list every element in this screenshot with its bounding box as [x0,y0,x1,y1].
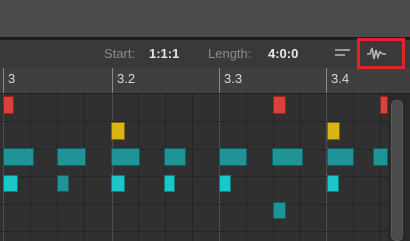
top-panel [0,0,410,37]
note-event[interactable] [272,148,303,166]
grid-line [165,94,166,241]
lines-icon[interactable] [332,45,354,63]
note-event[interactable] [327,175,339,192]
note-event[interactable] [57,175,69,192]
ruler-label: 3.2 [117,71,136,86]
ruler-marker [112,68,113,93]
note-event[interactable] [111,148,140,166]
grid-line [84,94,85,241]
grid-line [138,94,139,241]
grid-line [112,94,113,241]
length-label: Length: [208,46,252,61]
grid-line [3,94,4,241]
note-event[interactable] [373,148,388,166]
grid-line [192,94,193,241]
ruler-marker [219,68,220,93]
length-value[interactable]: 4:0:0 [268,47,298,61]
note-event[interactable] [111,122,125,140]
start-label: Start: [104,46,136,61]
grid-line [380,94,381,241]
ruler-label: 3 [8,71,16,86]
ruler-marker [326,68,327,93]
note-event[interactable] [219,148,247,166]
grid-line [246,94,247,241]
row-divider [0,231,388,232]
note-event[interactable] [327,122,340,140]
ruler-label: 3.4 [331,71,350,86]
note-event[interactable] [273,96,286,114]
note-event[interactable] [219,175,231,192]
note-event[interactable] [273,202,286,219]
grid-line [326,94,327,241]
note-event[interactable] [327,148,354,166]
note-event[interactable] [164,148,186,166]
note-event[interactable] [3,175,18,192]
step-grid[interactable] [0,94,388,241]
note-event[interactable] [380,96,388,114]
grid-line [300,94,301,241]
note-event[interactable] [57,148,86,166]
grid-line [219,94,220,241]
highlight-box [357,38,405,69]
note-event[interactable] [111,175,125,192]
start-value[interactable]: 1:1:1 [149,47,179,61]
note-event[interactable] [3,148,34,166]
note-event[interactable] [164,175,175,192]
scrollbar-thumb[interactable] [391,100,403,241]
note-event[interactable] [3,96,14,114]
ruler-label: 3.3 [224,71,243,86]
grid-line [57,94,58,241]
row-divider [0,204,388,205]
grid-line [30,94,31,241]
grid-line [353,94,354,241]
ruler-marker [3,68,4,93]
